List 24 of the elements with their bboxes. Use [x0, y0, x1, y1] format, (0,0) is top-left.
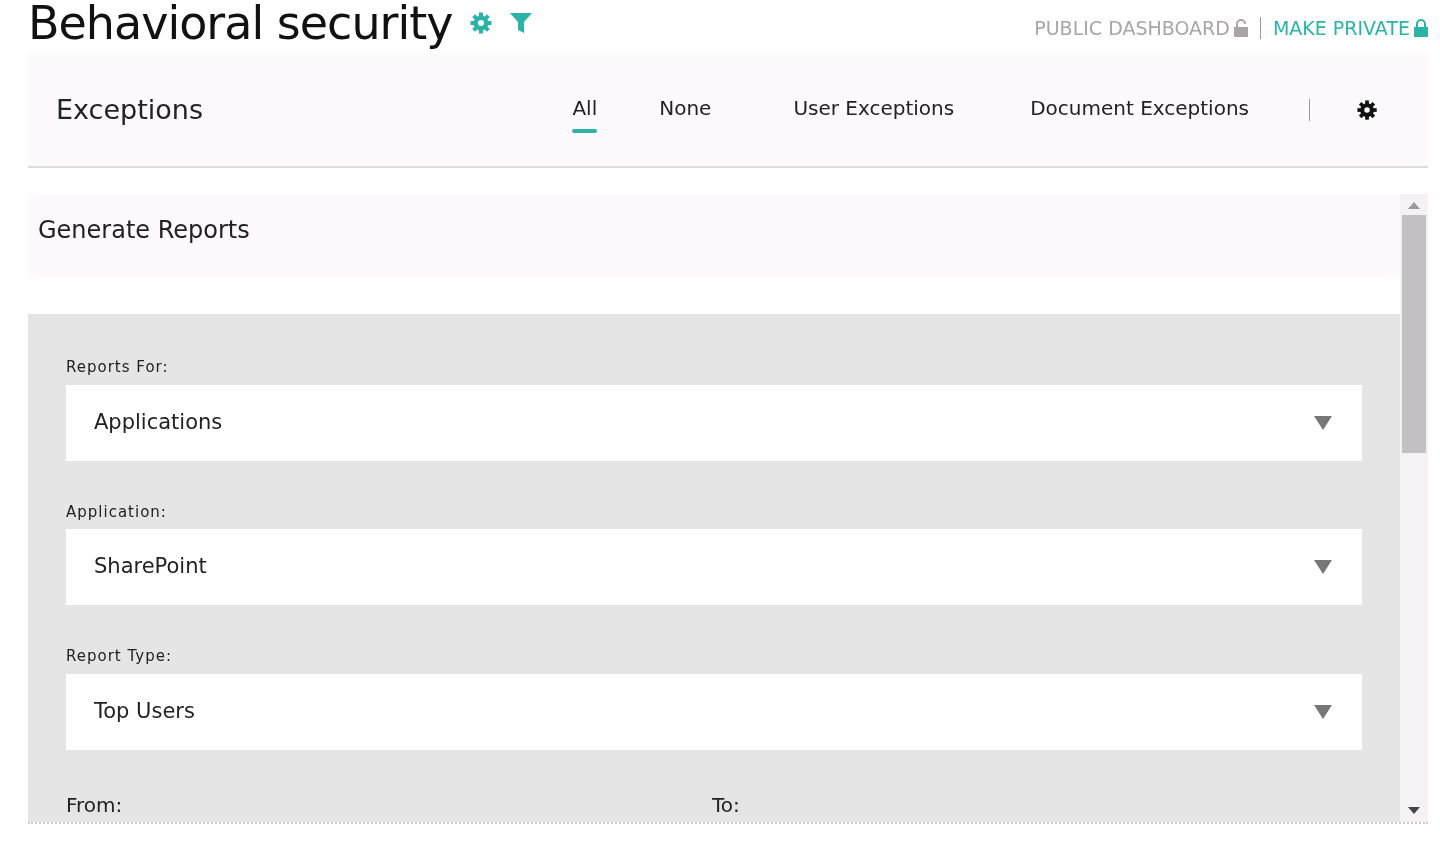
field-label: To: [712, 791, 740, 819]
dropdown[interactable]: Applications [66, 384, 1362, 461]
scrollbar-thumb[interactable] [1402, 215, 1426, 453]
caret-icon [1314, 415, 1332, 430]
field-label: From: [66, 791, 124, 819]
field-label: Report Type: [66, 646, 173, 667]
scroll-down-icon[interactable] [1408, 807, 1420, 814]
scrollbar[interactable] [1400, 194, 1428, 822]
lock-icon [1414, 18, 1428, 37]
tab[interactable]: None [659, 87, 712, 133]
scroll-up-icon[interactable] [1408, 202, 1420, 209]
section-title: Exceptions [55, 92, 203, 127]
filter-icon[interactable] [508, 11, 533, 35]
dropdown[interactable]: Top Users [66, 673, 1362, 750]
tab[interactable]: All [572, 87, 598, 133]
field-label: Application: [66, 501, 168, 523]
tab[interactable]: User Exceptions [793, 87, 955, 133]
panel-title: Generate Reports [38, 216, 250, 244]
caret-icon [1314, 704, 1332, 719]
lock-icon [1233, 18, 1248, 37]
tab[interactable]: Document Exceptions [1030, 87, 1249, 133]
dropdown[interactable]: SharePoint [66, 529, 1362, 605]
field-label: Reports For: [66, 357, 170, 378]
caret-icon [1314, 560, 1332, 574]
